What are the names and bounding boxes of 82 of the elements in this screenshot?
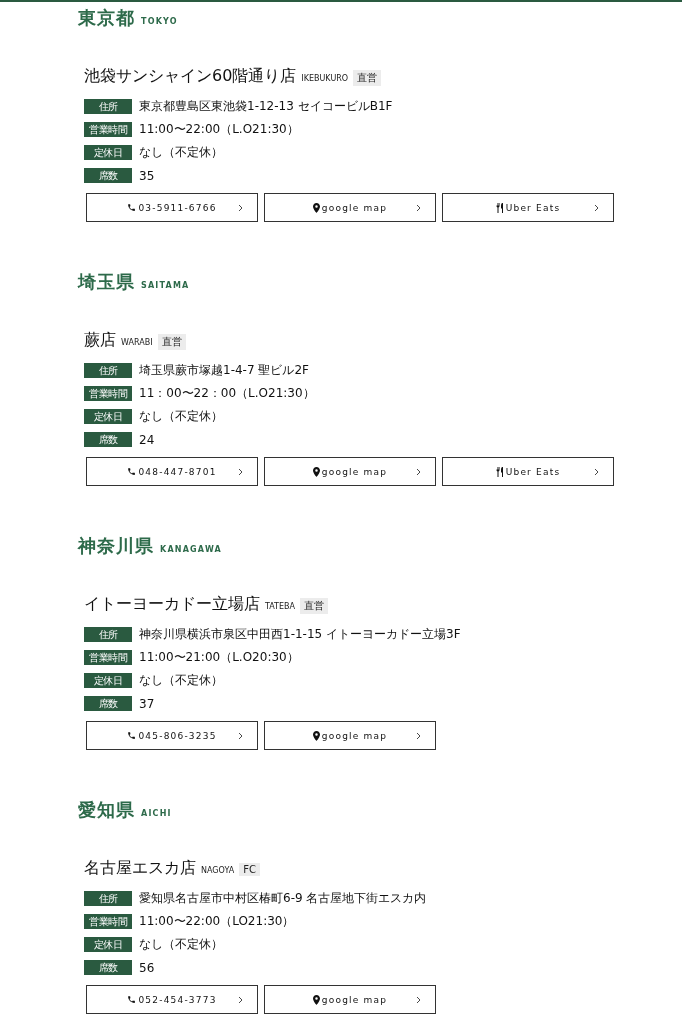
fork-knife-icon [495, 466, 504, 477]
info-label: 営業時間 [84, 122, 132, 137]
info-value: 神奈川県横浜市泉区中田西1-1-15 イトーヨーカドー立場3F [139, 626, 461, 643]
info-label: 定休日 [84, 409, 132, 424]
info-value: 11:00〜21:00（L.O20:30） [139, 649, 299, 666]
store-type-badge: 直営 [300, 598, 329, 614]
info-value: 11:00〜22:00（L.O21:30） [139, 121, 299, 138]
map-pin-icon [312, 730, 320, 741]
phone-icon [127, 731, 137, 740]
region-subtitle: KANAGAWA [160, 545, 222, 554]
store-name: 蕨店 [84, 330, 116, 351]
info-value: 埼玉県蕨市塚越1-4-7 聖ビル2F [139, 362, 309, 379]
region-title: 埼玉県 [78, 270, 135, 294]
info-label: 席数 [84, 960, 132, 975]
info-value: なし（不定休） [139, 672, 223, 689]
store-name: 名古屋エスカ店 [84, 858, 196, 879]
info-value: 東京都豊島区東池袋1-12-13 セイコービルB1F [139, 98, 393, 115]
store-subtitle: IKEBUKURO [301, 74, 349, 83]
chevron-icon [594, 468, 599, 476]
store-type-badge: 直営 [157, 334, 186, 350]
phone-button[interactable]: 052-454-3773 [86, 985, 258, 1014]
store-subtitle: NAGOYA [201, 866, 235, 875]
region-subtitle: AICHI [141, 809, 172, 818]
info-label: 席数 [84, 168, 132, 183]
info-value: なし（不定休） [139, 144, 223, 161]
store-name: 池袋サンシャイン60階通り店 [84, 66, 297, 87]
info-label: 定休日 [84, 145, 132, 160]
region-title: 神奈川県 [78, 534, 154, 558]
info-label: 住所 [84, 99, 132, 114]
region-title: 東京都 [78, 6, 135, 30]
region-subtitle: TOKYO [141, 17, 178, 26]
map-pin-icon [312, 466, 320, 477]
map-pin-icon [312, 202, 320, 213]
chevron-icon [238, 468, 243, 476]
info-label: 定休日 [84, 673, 132, 688]
map-button[interactable]: google map [264, 721, 436, 750]
info-label: 営業時間 [84, 386, 132, 401]
chevron-icon [416, 732, 421, 740]
info-label: 住所 [84, 363, 132, 378]
chevron-icon [238, 996, 243, 1004]
info-value: 11：00〜22：00（L.O21:30） [139, 385, 315, 402]
info-label: 席数 [84, 432, 132, 447]
delivery-button[interactable]: Uber Eats [442, 457, 614, 486]
chevron-icon [416, 468, 421, 476]
info-value: 24 [139, 432, 155, 447]
map-button[interactable]: google map [264, 457, 436, 486]
info-value: 56 [139, 960, 155, 975]
info-value: 35 [139, 168, 155, 183]
store-name: イトーヨーカドー立場店 [84, 594, 260, 615]
region-subtitle: SAITAMA [141, 281, 190, 290]
chevron-icon [416, 996, 421, 1004]
chevron-icon [238, 732, 243, 740]
phone-icon [127, 203, 137, 212]
info-value: なし（不定休） [139, 408, 223, 425]
phone-icon [127, 995, 137, 1004]
map-button[interactable]: google map [264, 193, 436, 222]
chevron-icon [594, 204, 599, 212]
region-title: 愛知県 [78, 798, 135, 822]
phone-button[interactable]: 048-447-8701 [86, 457, 258, 486]
map-pin-icon [312, 994, 320, 1005]
info-value: 愛知県名古屋市中村区椿町6-9 名古屋地下街エスカ内 [139, 890, 427, 907]
info-label: 営業時間 [84, 650, 132, 665]
info-label: 営業時間 [84, 914, 132, 929]
store-type-badge: FC [239, 863, 260, 876]
info-label: 席数 [84, 696, 132, 711]
info-value: なし（不定休） [139, 936, 223, 953]
store-type-badge: 直営 [353, 70, 382, 86]
phone-button[interactable]: 03-5911-6766 [86, 193, 258, 222]
delivery-button[interactable]: Uber Eats [442, 193, 614, 222]
chevron-icon [238, 204, 243, 212]
chevron-icon [416, 204, 421, 212]
info-value: 11:00〜22:00（LO21:30） [139, 913, 295, 930]
fork-knife-icon [495, 202, 504, 213]
info-label: 定休日 [84, 937, 132, 952]
map-button[interactable]: google map [264, 985, 436, 1014]
phone-icon [127, 467, 137, 476]
info-label: 住所 [84, 627, 132, 642]
store-subtitle: TATEBA [265, 602, 296, 611]
info-label: 住所 [84, 891, 132, 906]
phone-button[interactable]: 045-806-3235 [86, 721, 258, 750]
info-value: 37 [139, 696, 155, 711]
store-subtitle: WARABI [121, 338, 153, 347]
